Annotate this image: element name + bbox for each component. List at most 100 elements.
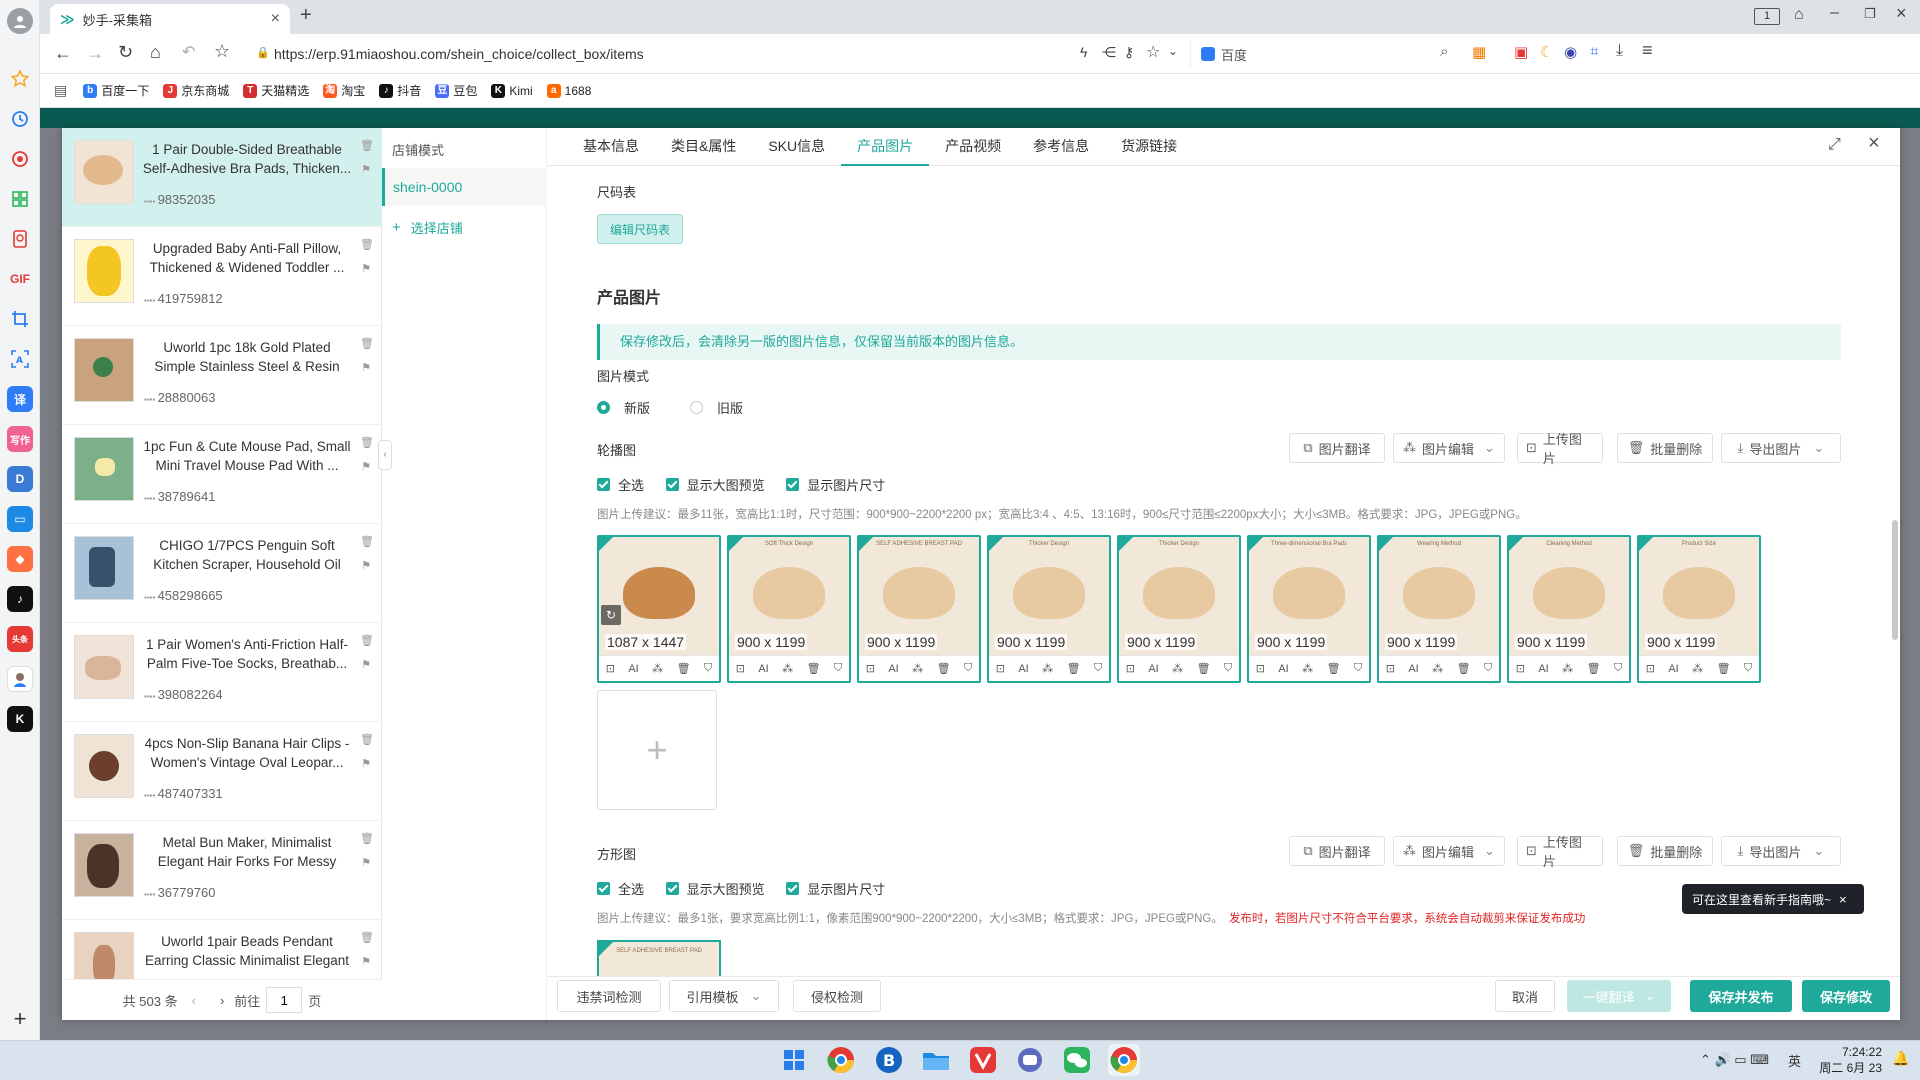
carousel-image-card[interactable]: Wearing Method 900 x 1199 ⊡ AI ⁂ 🗑 ⛉ (1377, 535, 1501, 683)
windows-start-icon[interactable] (778, 1044, 810, 1076)
reload-icon[interactable]: ↻ (118, 42, 133, 63)
bookmark-doubao[interactable]: 豆豆包 (435, 82, 477, 99)
ai-button[interactable]: AI (888, 663, 898, 675)
ai-button[interactable]: AI (1408, 663, 1418, 675)
square-show-size-checkbox[interactable]: 显示图片尺寸 (786, 879, 885, 898)
carousel-image-card[interactable]: Three-dimensional Bra Pads 900 x 1199 ⊡ AI ⁂… (1247, 535, 1371, 683)
pdf-tool-icon[interactable]: ▣ (1514, 43, 1528, 61)
app-icon[interactable]: D (7, 466, 33, 492)
shield-icon[interactable]: ⛉ (1354, 662, 1362, 675)
content-scrollbar[interactable] (1892, 520, 1898, 640)
image-edit-icon[interactable]: ⊡ (866, 662, 875, 675)
list-item[interactable]: 4pcs Non-Slip Banana Hair Clips - Women'… (62, 722, 382, 821)
image-edit-icon[interactable]: ⊡ (1386, 662, 1395, 675)
bookmark-star-icon[interactable]: ☆ (214, 41, 230, 62)
square-image-edit-button[interactable]: ⁂ 图片编辑 ⌄ (1393, 836, 1505, 866)
delete-icon[interactable]: 🗑 (360, 431, 374, 455)
tiktok-icon[interactable]: ♪ (7, 586, 33, 612)
delete-icon[interactable]: 🗑 (360, 134, 374, 158)
carousel-image-card[interactable]: SELF ADHESIVE BREAST PAD 900 x 1199 ⊡ AI ⁂ 🗑 ⛉ (857, 535, 981, 683)
ai-button[interactable]: AI (1148, 663, 1158, 675)
show-preview-checkbox[interactable]: 显示大图预览 (665, 475, 765, 494)
grid-apps-icon[interactable]: ▦ (1472, 43, 1486, 61)
image-edit-icon[interactable]: ⊡ (1516, 662, 1525, 675)
star-icon[interactable] (7, 66, 33, 92)
shield-icon[interactable]: ⛉ (1744, 662, 1752, 675)
scan-text-icon[interactable]: A (7, 346, 33, 372)
download-icon[interactable]: ⤓ (1616, 42, 1623, 60)
sidebar-toggle-icon[interactable]: ▤ (54, 82, 67, 99)
lightning-icon[interactable]: ϟ (1080, 44, 1087, 60)
square-show-preview-checkbox[interactable]: 显示大图预览 (665, 879, 765, 898)
favorite-icon[interactable]: ☆ (1146, 42, 1160, 62)
history-icon[interactable] (7, 106, 33, 132)
avatar-icon[interactable] (7, 8, 33, 34)
minimize-icon[interactable]: – (1830, 4, 1839, 22)
image-edit-icon[interactable]: ⊡ (1256, 662, 1265, 675)
close-modal-icon[interactable]: × (1868, 132, 1880, 155)
flag-icon[interactable]: ⚑ (360, 356, 372, 380)
list-item[interactable]: CHIGO 1/7PCS Penguin Soft Kitchen Scrape… (62, 524, 382, 623)
ai-button[interactable]: AI (758, 663, 768, 675)
browser-tab[interactable]: ≫ 妙手-采集箱 × (50, 4, 290, 34)
tab-source-link[interactable]: 货源链接 (1105, 127, 1193, 165)
flag-icon[interactable]: ⚑ (360, 851, 372, 875)
trash-icon[interactable]: 🗑 (1457, 662, 1471, 675)
carousel-image-card[interactable]: Product Size 900 x 1199 ⊡ AI ⁂ 🗑 ⛉ (1637, 535, 1761, 683)
select-all-checkbox[interactable]: 全选 (597, 475, 644, 494)
delete-icon[interactable]: 🗑 (360, 926, 374, 950)
monitor-icon[interactable]: ▭ (7, 506, 33, 532)
close-tab-icon[interactable]: × (271, 10, 280, 28)
magic-wand-icon[interactable]: ⁂ (1172, 662, 1183, 675)
delete-icon[interactable]: 🗑 (360, 332, 374, 356)
edit-size-chart-button[interactable]: 编辑尺码表 (597, 214, 683, 244)
list-item[interactable]: Uworld 1pair Beads Pendant Earring Class… (62, 920, 382, 980)
chrome-active-icon[interactable] (1108, 1044, 1140, 1076)
dropdown-chevron-icon[interactable]: ⌄ (1168, 44, 1178, 58)
choose-store-button[interactable]: + 选择店铺 (392, 218, 463, 237)
home-icon[interactable]: ⌂ (150, 42, 161, 63)
bookmark-jd[interactable]: J 京东商城 (163, 82, 229, 99)
forward-icon[interactable]: → (86, 43, 104, 64)
export-images-button[interactable]: ⤓ 导出图片 ⌄ (1721, 433, 1841, 463)
notification-icon[interactable]: 🔔 (1892, 1050, 1909, 1067)
write-icon[interactable]: 写作 (7, 426, 33, 452)
flag-icon[interactable]: ⚑ (360, 455, 372, 479)
square-batch-delete-button[interactable]: 🗑 批量删除 (1617, 836, 1713, 866)
image-edit-icon[interactable]: ⊡ (1126, 662, 1135, 675)
add-image-button[interactable]: + (597, 690, 717, 810)
magic-wand-icon[interactable]: ⁂ (1432, 662, 1443, 675)
tray-icons[interactable]: ⌃ 🔊 ▭ ⌨ (1700, 1052, 1769, 1068)
undo-icon[interactable]: ↶ (182, 42, 195, 62)
rotate-icon[interactable]: ↻ (601, 605, 621, 625)
image-edit-icon[interactable]: ⊡ (996, 662, 1005, 675)
carousel-image-card[interactable]: Thicker Design 900 x 1199 ⊡ AI ⁂ 🗑 ⛉ (987, 535, 1111, 683)
moon-icon[interactable]: ☾ (1540, 43, 1553, 61)
game-icon[interactable]: ◆ (7, 546, 33, 572)
carousel-image-card[interactable]: Thicker Design 900 x 1199 ⊡ AI ⁂ 🗑 ⛉ (1117, 535, 1241, 683)
shirt-icon[interactable]: ⌂ (1794, 6, 1804, 24)
shield-icon[interactable]: ⛉ (1224, 662, 1232, 675)
shield-icon[interactable]: ⛉ (704, 662, 712, 675)
shield-icon[interactable]: ⛉ (1614, 662, 1622, 675)
ai-button[interactable]: AI (1018, 663, 1028, 675)
key-icon[interactable]: ⚷ (1124, 44, 1134, 61)
shield-icon[interactable]: ⛉ (1094, 662, 1102, 675)
translate-icon[interactable]: 译 (7, 386, 33, 412)
flag-icon[interactable]: ⚑ (360, 752, 372, 776)
window-count-badge[interactable]: 1 (1754, 8, 1780, 25)
magic-wand-icon[interactable]: ⁂ (782, 662, 793, 675)
record-icon[interactable] (7, 146, 33, 172)
gif-icon[interactable]: GIF (7, 266, 33, 292)
radio-old[interactable]: 旧版 (690, 398, 743, 417)
magic-wand-icon[interactable]: ⁂ (652, 662, 663, 675)
magic-wand-icon[interactable]: ⁂ (1562, 662, 1573, 675)
ime-indicator[interactable]: 英 (1788, 1051, 1801, 1070)
pdf-icon[interactable] (7, 226, 33, 252)
tab-basic-info[interactable]: 基本信息 (567, 127, 655, 165)
share-icon[interactable]: ⋲ (1102, 44, 1116, 61)
flag-icon[interactable]: ⚑ (360, 653, 372, 677)
square-image-translate-button[interactable]: ⧉ 图片翻译 (1289, 836, 1385, 866)
show-size-checkbox[interactable]: 显示图片尺寸 (786, 475, 885, 494)
delete-icon[interactable]: 🗑 (360, 827, 374, 851)
